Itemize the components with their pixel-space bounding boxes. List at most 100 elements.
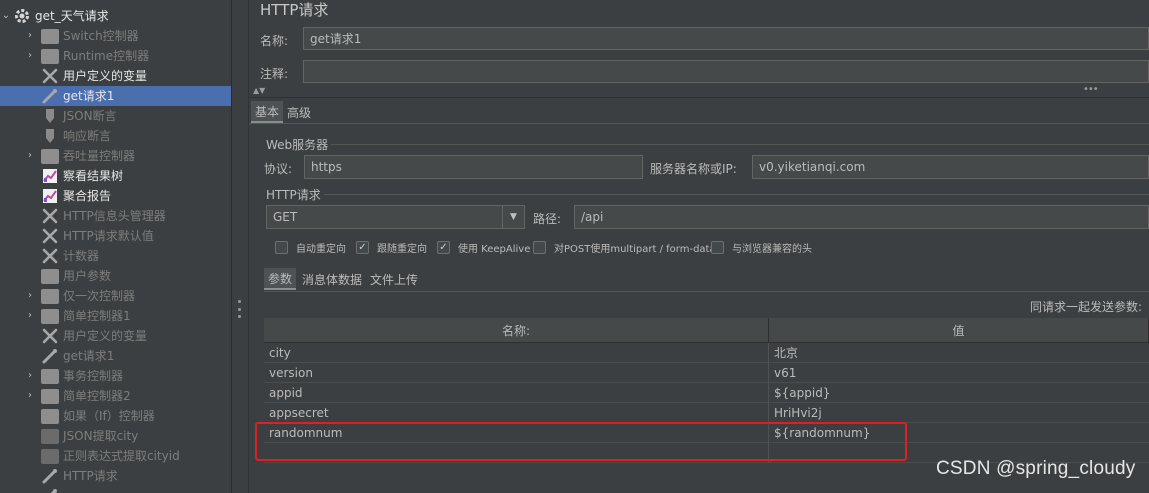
follow-redirect-checkbox[interactable]: ✓ 跟随重定向	[356, 239, 427, 255]
pipette-icon	[42, 349, 57, 364]
param-name-cell[interactable]: version	[264, 363, 769, 383]
tab-parameters[interactable]: 参数	[264, 268, 297, 290]
tree-item[interactable]: HTTP请求	[0, 466, 231, 486]
tree-item-label: 响应断言	[63, 129, 112, 143]
server-field[interactable]: v0.yiketianqi.com	[752, 155, 1149, 179]
tree-item[interactable]: JSON断言	[0, 106, 231, 126]
more-dots-icon[interactable]: •••	[1083, 84, 1099, 95]
chevron-right-icon[interactable]: ›	[24, 146, 36, 166]
tree-item-label: 如果（If）控制器	[63, 409, 155, 423]
assertion-icon-wrapper	[40, 107, 60, 125]
divider	[249, 97, 1149, 98]
checkbox-box[interactable]	[711, 240, 724, 254]
protocol-field[interactable]: https	[304, 155, 643, 179]
chevron-right-icon[interactable]: ›	[24, 46, 36, 66]
column-header-value[interactable]: 值	[769, 318, 1149, 343]
tree-item[interactable]: HTTP请求默认值	[0, 226, 231, 246]
tree-item[interactable]: › Runtime控制器	[0, 46, 231, 66]
collapse-arrows-icon[interactable]: ▲▼	[253, 86, 265, 95]
table-row[interactable]: appsecret HriHvi2j	[264, 403, 1149, 423]
tree-item[interactable]: 计数器	[0, 246, 231, 266]
controller-icon-wrapper	[40, 27, 60, 45]
wrench-icon-wrapper	[40, 227, 60, 245]
chart-icon	[43, 169, 57, 183]
tree-item[interactable]: 用户参数	[0, 266, 231, 286]
tree-item[interactable]: HTTP信息头管理器	[0, 206, 231, 226]
assertion-icon-wrapper	[40, 127, 60, 145]
param-value-cell[interactable]: 北京	[769, 343, 1149, 363]
tree-item[interactable]: 正则表达式提取cityid	[0, 446, 231, 466]
chevron-right-icon[interactable]: ›	[24, 26, 36, 46]
tree-item[interactable]: › 仅一次控制器	[0, 286, 231, 306]
table-row[interactable]: appid ${appid}	[264, 383, 1149, 403]
checkmark-icon[interactable]: ✓	[437, 240, 450, 254]
group-divider	[331, 144, 1149, 145]
tree-item[interactable]: 响应断言	[0, 126, 231, 146]
controller-icon	[41, 48, 59, 64]
param-value-cell[interactable]: v61	[769, 363, 1149, 383]
keepalive-checkbox[interactable]: ✓ 使用 KeepAlive	[437, 239, 530, 255]
tree-item[interactable]: 聚合报告	[0, 186, 231, 206]
chevron-right-icon[interactable]: ›	[24, 386, 36, 406]
wrench-icon-wrapper	[40, 67, 60, 85]
pipette-icon	[40, 487, 60, 493]
tree-item[interactable]: 用户定义的变量	[0, 66, 231, 86]
page-title: HTTP请求	[260, 1, 329, 19]
tree-item[interactable]: › Switch控制器	[0, 26, 231, 46]
send-params-label: 同请求一起发送参数:	[1030, 300, 1143, 314]
tree-item-label: Switch控制器	[63, 29, 139, 43]
param-name-cell[interactable]: appsecret	[264, 403, 769, 423]
controller-icon	[41, 148, 59, 164]
chevron-right-icon[interactable]: ›	[24, 366, 36, 386]
tree-item[interactable]: › 吞吐量控制器	[0, 146, 231, 166]
comment-field[interactable]	[303, 60, 1149, 83]
checkmark-icon[interactable]: ✓	[356, 240, 369, 254]
tree-item-label: 事务控制器	[63, 369, 124, 383]
checkbox-box[interactable]	[533, 240, 546, 254]
wrench-icon	[42, 248, 58, 264]
chevron-down-icon[interactable]: ⌄	[0, 6, 12, 26]
tree-item[interactable]: 如果（If）控制器	[0, 406, 231, 426]
tree-item[interactable]: › 简单控制器2	[0, 386, 231, 406]
tab-advanced[interactable]: 高级	[283, 101, 315, 123]
param-name-cell[interactable]: appid	[264, 383, 769, 403]
path-field[interactable]: /api	[574, 205, 1149, 229]
table-row[interactable]: city 北京	[264, 343, 1149, 363]
tree-item-label: Runtime控制器	[63, 49, 150, 63]
multipart-checkbox[interactable]: 对POST使用multipart / form-data	[533, 239, 716, 255]
tree-root-thread-group[interactable]: ⌄ get_天气请求	[0, 6, 231, 26]
chevron-right-icon[interactable]: ›	[24, 286, 36, 306]
tree-item[interactable]: 用户定义的变量	[0, 326, 231, 346]
name-field[interactable]: get请求1	[303, 27, 1149, 50]
tab-basic[interactable]: 基本	[251, 101, 284, 123]
tree-item[interactable]: › 简单控制器1	[0, 306, 231, 326]
checkbox-label: 跟随重定向	[377, 243, 427, 255]
controller-icon	[41, 288, 59, 304]
panel-splitter[interactable]	[231, 0, 249, 493]
column-header-name[interactable]: 名称:	[264, 318, 769, 343]
tree-item[interactable]: get请求1	[0, 86, 231, 106]
tree-item-label: 简单控制器1	[63, 309, 131, 323]
method-select[interactable]: GET	[266, 205, 503, 229]
checkbox-box[interactable]	[275, 240, 288, 254]
controller-icon-wrapper	[40, 47, 60, 65]
tree-item-label: get请求1	[63, 349, 115, 363]
tree-item[interactable]: get请求1	[0, 346, 231, 366]
drag-handle-icon[interactable]	[238, 300, 242, 318]
tree-item[interactable]: JSON提取city	[0, 426, 231, 446]
controller-icon-wrapper	[40, 407, 60, 425]
controller-icon-wrapper	[40, 387, 60, 405]
chevron-down-icon[interactable]: ▼	[503, 205, 525, 229]
table-row[interactable]: version v61	[264, 363, 1149, 383]
browser-headers-checkbox[interactable]: 与浏览器兼容的头	[711, 239, 812, 255]
tab-body-data[interactable]: 消息体数据	[298, 268, 366, 290]
auto-redirect-checkbox[interactable]: 自动重定向	[275, 239, 346, 255]
chevron-right-icon[interactable]: ›	[24, 306, 36, 326]
param-value-cell[interactable]: HriHvi2j	[769, 403, 1149, 423]
param-name-cell[interactable]: city	[264, 343, 769, 363]
tree-item[interactable]: › 事务控制器	[0, 366, 231, 386]
param-value-cell[interactable]: ${appid}	[769, 383, 1149, 403]
wrench-icon	[42, 208, 58, 224]
tree-item[interactable]: 察看结果树	[0, 166, 231, 186]
tab-file-upload[interactable]: 文件上传	[366, 268, 422, 290]
